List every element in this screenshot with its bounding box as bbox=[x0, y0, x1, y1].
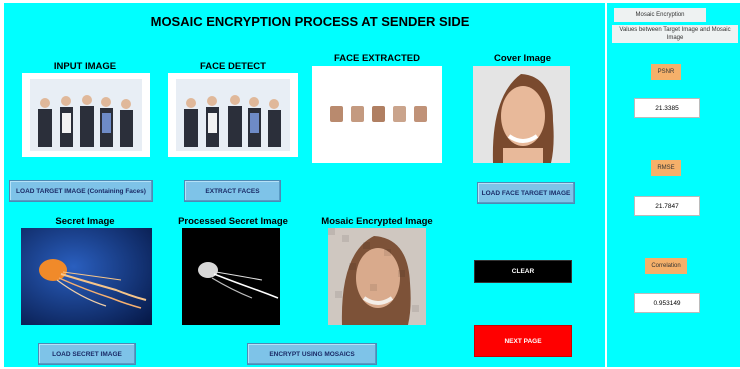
processed-secret-label: Processed Secret Image bbox=[178, 216, 288, 227]
processed-secret-image bbox=[182, 228, 280, 325]
cover-image bbox=[473, 66, 570, 163]
input-image-frame bbox=[22, 73, 150, 157]
face-extracted-label: FACE EXTRACTED bbox=[333, 53, 421, 64]
rmse-label: RMSE bbox=[651, 160, 681, 176]
load-face-target-button[interactable]: LOAD FACE TARGET IMAGE bbox=[477, 182, 575, 204]
extracted-face bbox=[372, 106, 385, 122]
face-detect-image bbox=[176, 79, 290, 151]
load-secret-image-button[interactable]: LOAD SECRET IMAGE bbox=[38, 343, 136, 365]
mosaic-encrypted-image bbox=[328, 228, 426, 325]
secret-image bbox=[21, 228, 152, 325]
extract-faces-button[interactable]: EXTRACT FACES bbox=[184, 180, 281, 202]
correlation-value: 0.953149 bbox=[634, 293, 700, 313]
next-page-button[interactable]: NEXT PAGE bbox=[474, 325, 572, 357]
page-title: MOSAIC ENCRYPTION PROCESS AT SENDER SIDE bbox=[150, 14, 470, 29]
face-detect-frame bbox=[168, 73, 298, 157]
extracted-face bbox=[351, 106, 364, 122]
psnr-value: 21.3385 bbox=[634, 98, 700, 118]
cover-image-label: Cover Image bbox=[493, 53, 552, 64]
metrics-subheader: Values between Target Image and Mosaic I… bbox=[612, 25, 738, 43]
clear-button[interactable]: CLEAR bbox=[474, 260, 572, 283]
rmse-value: 21.7847 bbox=[634, 196, 700, 216]
psnr-label: PSNR bbox=[651, 64, 681, 80]
load-target-image-button[interactable]: LOAD TARGET IMAGE (Containing Faces) bbox=[9, 180, 153, 202]
mosaic-encryption-header: Mosaic Encryption bbox=[614, 8, 706, 22]
extracted-face bbox=[393, 106, 406, 122]
extracted-face bbox=[330, 106, 343, 122]
secret-image-label: Secret Image bbox=[55, 216, 115, 227]
face-extracted-frame bbox=[312, 66, 442, 163]
extracted-face bbox=[414, 106, 427, 122]
app-window: MOSAIC ENCRYPTION PROCESS AT SENDER SIDE… bbox=[0, 0, 740, 369]
correlation-label: Correlation bbox=[645, 258, 687, 274]
mosaic-encrypted-label: Mosaic Encrypted Image bbox=[321, 216, 433, 227]
encrypt-using-mosaics-button[interactable]: ENCRYPT USING MOSAICS bbox=[247, 343, 377, 365]
input-image bbox=[30, 79, 142, 151]
input-image-label: INPUT IMAGE bbox=[53, 61, 117, 72]
face-detect-label: FACE DETECT bbox=[200, 61, 266, 72]
